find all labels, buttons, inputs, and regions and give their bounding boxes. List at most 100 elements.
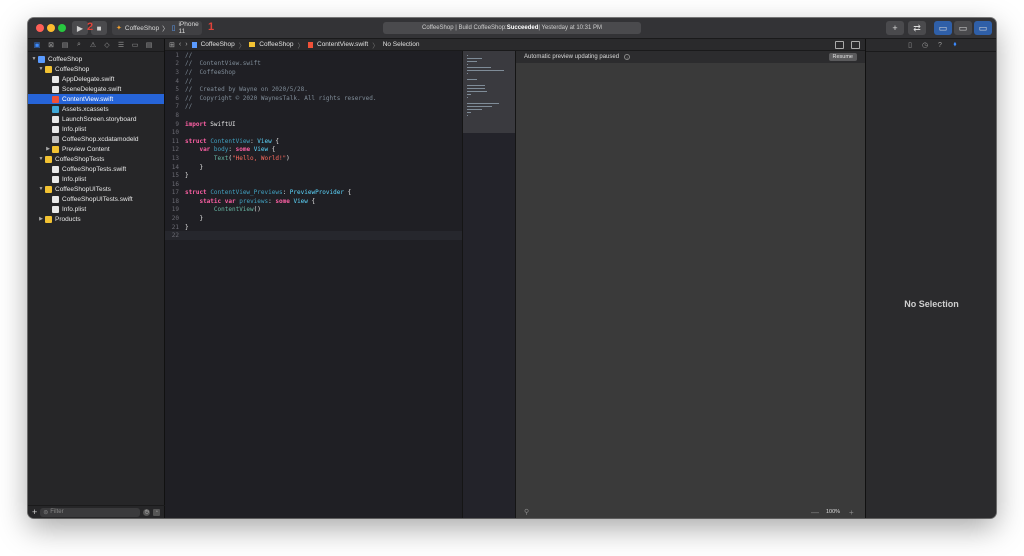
line-number: 14 (171, 163, 179, 171)
navigator-item[interactable]: SceneDelegate.swift (28, 84, 164, 94)
review-changes-button[interactable]: ⇄ (908, 21, 926, 35)
history-icon[interactable]: ◷ (921, 41, 929, 49)
breadcrumb-project[interactable]: CoffeeShop (201, 41, 235, 48)
code-line[interactable]: 19 ContentView() (165, 206, 462, 215)
close-window-button[interactable] (36, 24, 44, 32)
test-icon[interactable]: ◇ (102, 40, 112, 50)
modified-files-icon[interactable]: ▫ (153, 508, 161, 516)
scheme-selector[interactable]: ✦ CoffeeShop 〉 ▯ iPhone 11 (112, 21, 202, 35)
code-line[interactable]: 22 (165, 231, 462, 241)
filter-input[interactable]: ⊜ Filter (40, 507, 141, 517)
line-number: 7 (175, 103, 179, 111)
related-items-icon[interactable]: ⊞ (169, 41, 175, 49)
toggle-navigator-button[interactable]: ▭ (934, 21, 952, 35)
warning-icon[interactable]: ⚠ (88, 40, 98, 50)
source-editor[interactable]: 1 // 2 // ContentView.swift 3 // CoffeeShop 4 /… (165, 51, 462, 518)
disclosure-triangle-icon[interactable]: ▶ (37, 216, 45, 222)
disclosure-triangle-icon[interactable]: ▼ (37, 156, 45, 162)
disclosure-triangle-icon[interactable]: ▼ (37, 66, 45, 72)
navigator-item[interactable]: ▼ CoffeeShop (28, 64, 164, 74)
navigator-item[interactable]: Info.plist (28, 204, 164, 214)
code-token: View (253, 146, 269, 154)
disclosure-triangle-icon[interactable]: ▼ (37, 186, 45, 192)
navigator-item[interactable]: Info.plist (28, 174, 164, 184)
toggle-debug-area-button[interactable]: ▭ (954, 21, 972, 35)
forward-icon[interactable]: › (185, 41, 187, 48)
breakpoint-icon[interactable]: ▭ (130, 40, 140, 50)
file-inspector-icon[interactable]: ▯ (906, 41, 914, 49)
minimize-window-button[interactable] (47, 24, 55, 32)
add-editor-icon[interactable] (851, 41, 860, 49)
code-token: // ContentView.swift (185, 60, 261, 68)
breadcrumb-group[interactable]: CoffeeShop (259, 41, 293, 48)
code-line[interactable]: 11 struct ContentView: View { (165, 137, 462, 146)
folder-icon[interactable]: ▣ (32, 40, 42, 50)
disclosure-triangle-icon[interactable]: ▼ (30, 56, 38, 62)
line-number: 11 (171, 137, 179, 145)
code-line[interactable]: 6 // Copyright © 2020 WaynesTalk. All rig… (165, 94, 462, 103)
code-line[interactable]: 1 // (165, 51, 462, 60)
minimap[interactable] (462, 51, 516, 518)
editor-options-icon[interactable] (835, 41, 844, 49)
source-control-icon[interactable]: ⊠ (46, 40, 56, 50)
breadcrumb-symbol[interactable]: No Selection (383, 41, 420, 48)
code-line[interactable]: 7 // (165, 103, 462, 112)
navigator-item[interactable]: CoffeeShopUITests.swift (28, 194, 164, 204)
navigator-item[interactable]: ▼ CoffeeShopUITests (28, 184, 164, 194)
breadcrumb-file[interactable]: ContentView.swift (317, 41, 368, 48)
code-line[interactable]: 4 // (165, 77, 462, 86)
code-line[interactable]: 5 // Created by Wayne on 2020/5/28. (165, 85, 462, 94)
code-line[interactable]: 10 (165, 128, 462, 137)
code-token: // (185, 77, 193, 85)
info-icon[interactable]: i (624, 54, 631, 60)
navigator-item[interactable]: ▶ Products (28, 214, 164, 224)
resume-button[interactable]: Resume (828, 53, 857, 61)
code-line[interactable]: 2 // ContentView.swift (165, 60, 462, 69)
navigator-item[interactable]: ▼ CoffeeShop (28, 54, 164, 64)
library-button[interactable]: + (886, 21, 904, 35)
code-line[interactable]: 3 // CoffeeShop (165, 68, 462, 77)
code-line[interactable]: 14 } (165, 163, 462, 172)
navigator-item[interactable]: AppDelegate.swift (28, 74, 164, 84)
code-line[interactable]: 17 struct ContentView_Previews: PreviewPr… (165, 189, 462, 198)
file-icon (52, 205, 59, 213)
navigator-item[interactable]: Info.plist (28, 124, 164, 134)
back-icon[interactable]: ‹ (179, 41, 181, 48)
navigator-item[interactable]: ▶ Preview Content (28, 144, 164, 154)
navigator-item[interactable]: ContentView.swift (28, 94, 164, 104)
zoom-in-button[interactable]: + (849, 508, 854, 517)
minimap-viewport[interactable] (463, 51, 516, 133)
code-text: Text("Hello, World!") (185, 155, 290, 162)
quick-help-icon[interactable]: ? (936, 42, 944, 49)
attributes-inspector-icon[interactable]: ⬧ (951, 41, 959, 49)
add-file-button[interactable]: + (32, 507, 37, 517)
disclosure-triangle-icon[interactable]: ▶ (44, 146, 52, 152)
symbol-icon[interactable]: ▤ (60, 40, 70, 50)
annotation-marker-2: 2 (87, 21, 94, 33)
code-line[interactable]: 15} (165, 171, 462, 180)
zoom-window-button[interactable] (58, 24, 66, 32)
code-line[interactable]: 21} (165, 223, 462, 232)
navigator-item[interactable]: Assets.xcassets (28, 104, 164, 114)
code-line[interactable]: 20 } (165, 214, 462, 223)
code-line[interactable]: 9 import SwiftUI (165, 120, 462, 129)
code-line[interactable]: 8 (165, 111, 462, 120)
code-line[interactable]: 16 (165, 180, 462, 189)
navigator-item[interactable]: LaunchScreen.storyboard (28, 114, 164, 124)
navigator-item[interactable]: ▼ CoffeeShopTests (28, 154, 164, 164)
code-line[interactable]: 13 Text("Hello, World!") (165, 154, 462, 163)
debug-icon[interactable]: ☰ (116, 40, 126, 50)
code-line[interactable]: 18 static var previews: some View { (165, 197, 462, 206)
pin-icon[interactable]: ⚲ (524, 508, 529, 516)
run-button[interactable]: ▶ (72, 21, 88, 35)
activity-prefix: CoffeeShop | Build CoffeeShop: (421, 25, 507, 31)
report-icon[interactable]: ▤ (144, 40, 154, 50)
navigator-item[interactable]: CoffeeShopTests.swift (28, 164, 164, 174)
recent-files-icon[interactable]: ◷ (143, 508, 151, 516)
navigator-item[interactable]: CoffeeShop.xcdatamodeld (28, 134, 164, 144)
find-icon[interactable]: ⌕ (74, 40, 84, 50)
stop-button[interactable]: ■ (91, 21, 107, 35)
zoom-out-button[interactable]: — (811, 508, 819, 517)
toggle-inspector-button[interactable]: ▭ (974, 21, 992, 35)
code-line[interactable]: 12 var body: some View { (165, 146, 462, 155)
